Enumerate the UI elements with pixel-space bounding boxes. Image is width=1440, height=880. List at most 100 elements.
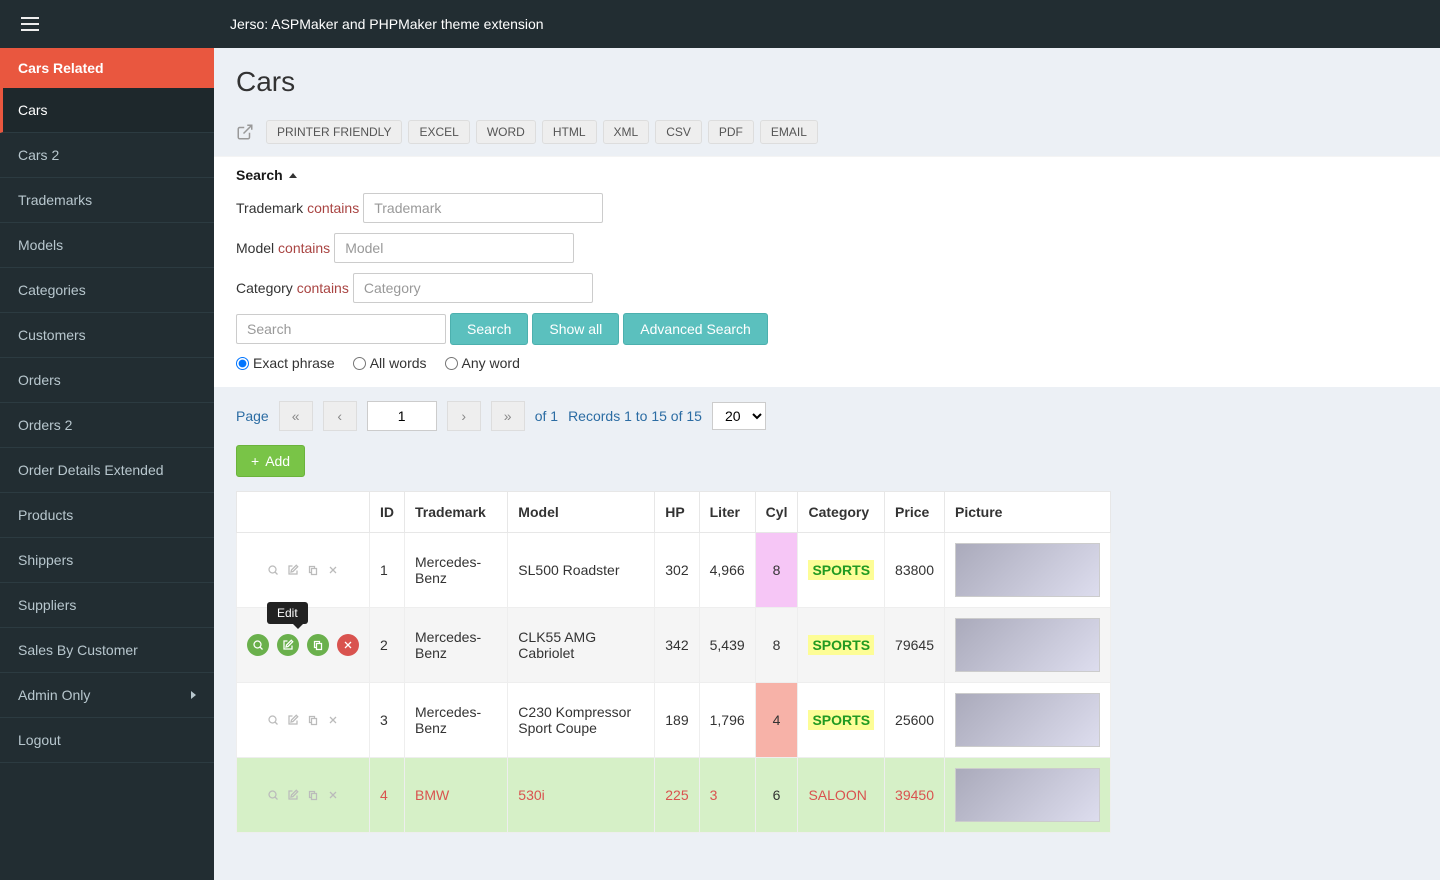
search-field-label: Model contains <box>236 240 330 256</box>
table-row: Edit2Mercedes-BenzCLK55 AMG Cabriolet342… <box>237 608 1111 683</box>
content-area: Cars PRINTER FRIENDLYEXCELWORDHTMLXMLCSV… <box>214 48 1440 880</box>
sidebar-item-logout[interactable]: Logout <box>0 718 214 763</box>
col-hp[interactable]: HP <box>655 492 699 533</box>
sidebar-item-orders[interactable]: Orders <box>0 358 214 403</box>
show-all-button[interactable]: Show all <box>532 313 619 345</box>
col-cyl[interactable]: Cyl <box>755 492 798 533</box>
add-button[interactable]: + Add <box>236 445 305 477</box>
sidebar-item-label: Logout <box>18 732 61 748</box>
cell-trademark[interactable]: BMW <box>405 758 508 833</box>
cell-trademark[interactable]: Mercedes-Benz <box>405 608 508 683</box>
external-link-icon[interactable] <box>236 123 254 141</box>
cell-model[interactable]: SL500 Roadster <box>508 533 655 608</box>
copy-icon[interactable] <box>307 789 319 801</box>
export-printer-friendly-button[interactable]: PRINTER FRIENDLY <box>266 120 402 144</box>
col-liter[interactable]: Liter <box>699 492 755 533</box>
sidebar-item-cars[interactable]: Cars <box>0 88 214 133</box>
pager-page-input[interactable] <box>367 401 437 431</box>
search-button[interactable]: Search <box>450 313 528 345</box>
car-image[interactable] <box>955 543 1100 597</box>
cell-price: 79645 <box>885 608 945 683</box>
car-image[interactable] <box>955 693 1100 747</box>
export-word-button[interactable]: WORD <box>476 120 536 144</box>
cell-category: SPORTS <box>798 683 885 758</box>
category-badge: SPORTS <box>808 710 874 730</box>
quick-search-input[interactable] <box>236 314 446 344</box>
search-mode-all-words[interactable]: All words <box>353 355 427 371</box>
col-category[interactable]: Category <box>798 492 885 533</box>
sidebar-item-order-details-extended[interactable]: Order Details Extended <box>0 448 214 493</box>
pager-prev-button[interactable]: ‹ <box>323 401 357 431</box>
export-excel-button[interactable]: EXCEL <box>408 120 469 144</box>
copy-icon[interactable] <box>307 564 319 576</box>
copy-icon[interactable] <box>307 714 319 726</box>
col-picture[interactable]: Picture <box>945 492 1111 533</box>
cell-hp: 302 <box>655 533 699 608</box>
sidebar-item-admin-only[interactable]: Admin Only <box>0 673 214 718</box>
sidebar-item-orders-2[interactable]: Orders 2 <box>0 403 214 448</box>
sidebar-item-models[interactable]: Models <box>0 223 214 268</box>
export-xml-button[interactable]: XML <box>603 120 650 144</box>
view-icon[interactable] <box>267 564 279 576</box>
topbar: Jerso: ASPMaker and PHPMaker theme exten… <box>0 0 1440 48</box>
view-icon[interactable] <box>267 789 279 801</box>
search-category-input[interactable] <box>353 273 593 303</box>
col-price[interactable]: Price <box>885 492 945 533</box>
chevron-up-icon <box>289 173 297 178</box>
delete-icon[interactable] <box>327 714 339 726</box>
delete-icon[interactable] <box>327 564 339 576</box>
pager-next-button[interactable]: › <box>447 401 481 431</box>
cell-category: SPORTS <box>798 533 885 608</box>
search-model-input[interactable] <box>334 233 574 263</box>
export-email-button[interactable]: EMAIL <box>760 120 818 144</box>
search-mode-any-word[interactable]: Any word <box>445 355 520 371</box>
delete-icon[interactable] <box>337 634 359 656</box>
sidebar-item-categories[interactable]: Categories <box>0 268 214 313</box>
cell-model[interactable]: C230 Kompressor Sport Coupe <box>508 683 655 758</box>
edit-icon[interactable] <box>287 789 299 801</box>
edit-icon[interactable] <box>287 564 299 576</box>
sidebar-item-suppliers[interactable]: Suppliers <box>0 583 214 628</box>
pager-first-button[interactable]: « <box>279 401 313 431</box>
cell-trademark[interactable]: Mercedes-Benz <box>405 683 508 758</box>
sidebar-item-sales-by-customer[interactable]: Sales By Customer <box>0 628 214 673</box>
car-image[interactable] <box>955 618 1100 672</box>
col-id[interactable]: ID <box>370 492 405 533</box>
copy-icon[interactable] <box>307 634 329 656</box>
sidebar-item-trademarks[interactable]: Trademarks <box>0 178 214 223</box>
col-model[interactable]: Model <box>508 492 655 533</box>
cell-model[interactable]: 530i <box>508 758 655 833</box>
sidebar-item-products[interactable]: Products <box>0 493 214 538</box>
sidebar-item-customers[interactable]: Customers <box>0 313 214 358</box>
pager: Page « ‹ › » of 1 Records 1 to 15 of 15 … <box>214 387 1440 439</box>
search-mode-exact-phrase[interactable]: Exact phrase <box>236 355 335 371</box>
delete-icon[interactable] <box>327 789 339 801</box>
search-toggle[interactable]: Search <box>236 167 1418 183</box>
export-pdf-button[interactable]: PDF <box>708 120 754 144</box>
edit-icon[interactable] <box>287 714 299 726</box>
table-row: 4BMW530i22536SALOON39450 <box>237 758 1111 833</box>
view-icon[interactable] <box>267 714 279 726</box>
cell-id: 3 <box>370 683 405 758</box>
edit-icon[interactable] <box>277 634 299 656</box>
menu-toggle-button[interactable] <box>0 0 60 48</box>
page-size-select[interactable]: 20 <box>712 402 766 430</box>
car-image[interactable] <box>955 768 1100 822</box>
pager-last-button[interactable]: » <box>491 401 525 431</box>
cell-price: 39450 <box>885 758 945 833</box>
export-csv-button[interactable]: CSV <box>655 120 702 144</box>
export-html-button[interactable]: HTML <box>542 120 597 144</box>
cell-model[interactable]: CLK55 AMG Cabriolet <box>508 608 655 683</box>
sidebar-item-label: Products <box>18 507 73 523</box>
search-trademark-input[interactable] <box>363 193 603 223</box>
sidebar-item-shippers[interactable]: Shippers <box>0 538 214 583</box>
view-icon[interactable] <box>247 634 269 656</box>
sidebar-item-label: Orders <box>18 372 61 388</box>
hamburger-icon <box>21 17 39 31</box>
col-trademark[interactable]: Trademark <box>405 492 508 533</box>
cell-trademark[interactable]: Mercedes-Benz <box>405 533 508 608</box>
sidebar-item-cars-2[interactable]: Cars 2 <box>0 133 214 178</box>
app-title: Jerso: ASPMaker and PHPMaker theme exten… <box>230 16 544 32</box>
sidebar-item-label: Orders 2 <box>18 417 72 433</box>
advanced-search-button[interactable]: Advanced Search <box>623 313 768 345</box>
